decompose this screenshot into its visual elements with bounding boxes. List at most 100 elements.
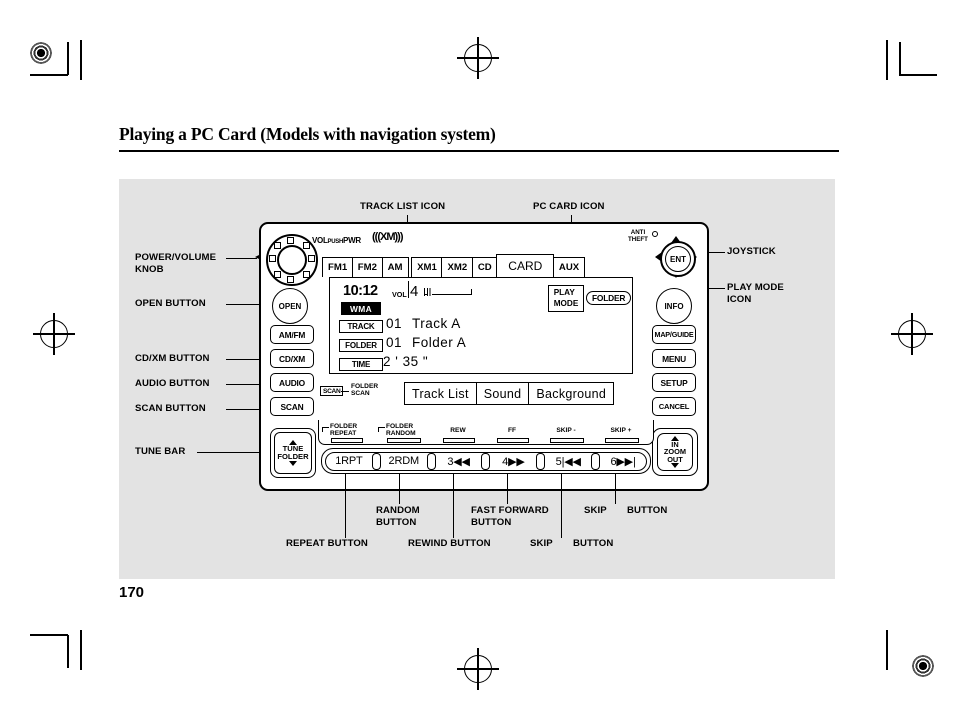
knob-label: VOLPUSHPWR: [312, 236, 361, 245]
time-value: 2 ' 35 ": [383, 354, 429, 369]
callout-pc-card-icon: PC CARD ICON: [533, 201, 605, 212]
folder-repeat-underline: [331, 438, 363, 444]
volume-value: 4: [410, 283, 419, 300]
menu-button[interactable]: MENU: [652, 349, 696, 368]
tab-card-label: CARD: [508, 259, 543, 273]
preset-button-row: 1RPT 2RDM 3◀◀ 4▶▶ 5|◀◀ 6▶▶|: [321, 448, 651, 474]
preset-6-skip-forward[interactable]: 6▶▶|: [600, 455, 646, 468]
page-number: 170: [119, 584, 145, 601]
preset-5-label: |◀◀: [561, 455, 581, 468]
audio-button[interactable]: AUDIO: [270, 373, 314, 392]
tab-fm1-label: FM1: [328, 262, 348, 273]
enter-button[interactable]: ENT: [660, 241, 696, 277]
tab-am[interactable]: AM: [381, 257, 409, 277]
setup-button[interactable]: SETUP: [652, 373, 696, 392]
knob-notch: [274, 271, 281, 278]
cd-xm-button[interactable]: CD/XM: [270, 349, 314, 368]
preset-divider: [536, 452, 546, 470]
folder-repeat-label: FOLDER REPEAT: [330, 423, 358, 438]
tab-xm2[interactable]: XM2: [441, 257, 474, 277]
callout-play-mode-icon: PLAY MODE ICON: [727, 282, 784, 305]
menu-button-label: MENU: [662, 353, 686, 364]
track-name: Track A: [412, 316, 461, 331]
sound-softkey[interactable]: Sound: [477, 383, 530, 404]
tab-cd-label: CD: [477, 262, 492, 273]
preset-2-random[interactable]: 2RDM: [381, 455, 427, 467]
crop-mark-top-right-h: [899, 74, 937, 76]
audio-button-label: AUDIO: [279, 377, 305, 388]
preset-4-fast-forward[interactable]: 4▶▶: [490, 455, 536, 468]
scan-button[interactable]: SCAN: [270, 397, 314, 416]
joystick-control[interactable]: ENT: [655, 236, 697, 278]
tab-cd[interactable]: CD: [471, 257, 498, 277]
leader-power-volume-knob: [226, 257, 257, 259]
crop-mark-top-left-h: [30, 74, 68, 76]
enter-button-label: ENT: [670, 254, 686, 264]
knob-label-vol: VOL: [312, 236, 328, 245]
volume-gauge: [424, 288, 472, 297]
background-softkey-label: Background: [536, 386, 607, 401]
power-volume-knob[interactable]: [266, 234, 318, 286]
tab-xm1-label: XM1: [417, 262, 437, 273]
crop-mark-top-right-v2: [899, 42, 901, 75]
cancel-button[interactable]: CANCEL: [652, 397, 696, 416]
info-button[interactable]: INFO: [656, 288, 692, 324]
tab-aux-label: AUX: [558, 262, 580, 273]
clock-readout: 10:12: [343, 283, 378, 299]
registration-target-bottom: [457, 648, 499, 690]
am-fm-button-label: AM/FM: [278, 329, 306, 340]
am-fm-button[interactable]: AM/FM: [270, 325, 314, 344]
tune-folder-bar[interactable]: TUNE FOLDER: [270, 428, 316, 478]
crop-mark-top-right-v: [886, 40, 888, 80]
preset-1-repeat[interactable]: 1RPT: [326, 455, 372, 467]
scan-button-label: SCAN: [280, 401, 304, 412]
tab-fm2-label: FM2: [357, 262, 377, 273]
cd-xm-button-label: CD/XM: [279, 353, 305, 364]
folder-random-label: FOLDER RANDOM: [386, 423, 416, 438]
track-number: 01: [386, 316, 403, 331]
preset-inner: 1RPT 2RDM 3◀◀ 4▶▶ 5|◀◀ 6▶▶|: [325, 451, 647, 471]
folder-name: Folder A: [412, 335, 467, 350]
callout-cd-xm-button: CD/XM BUTTON: [135, 353, 210, 364]
anti-theft-label: ANTI THEFT: [628, 229, 648, 243]
crop-mark-bottom-left-v: [67, 635, 69, 668]
callout-repeat-button: REPEAT BUTTON: [286, 538, 368, 549]
track-list-softkey[interactable]: Track List: [405, 383, 477, 404]
volume-gauge-fill: [427, 288, 432, 296]
registration-mark-bottom-right: [912, 655, 934, 677]
play-mode-icon: FOLDER: [586, 291, 632, 305]
leader-repeat-button: [345, 474, 347, 538]
open-button[interactable]: OPEN: [272, 288, 308, 324]
tab-fm2[interactable]: FM2: [351, 257, 383, 277]
preset-function-strip: [318, 420, 654, 445]
knob-notch: [274, 242, 281, 249]
background-softkey[interactable]: Background: [529, 383, 613, 404]
callout-power-volume-knob: POWER/VOLUME KNOB: [135, 252, 217, 275]
tab-card[interactable]: CARD: [496, 254, 555, 277]
preset-4-label: ▶▶: [508, 455, 525, 468]
tab-fm1[interactable]: FM1: [322, 257, 354, 277]
zoom-rocker-button[interactable]: IN ZOOM OUT: [652, 428, 698, 476]
scan-icon: SCAN: [320, 386, 344, 396]
crop-mark-bottom-right-v: [886, 630, 888, 670]
callout-rewind-button: REWIND BUTTON: [408, 538, 491, 549]
leader-fast-forward-button: [507, 474, 509, 504]
map-guide-button-label: MAP/GUIDE: [654, 330, 694, 339]
knob-label-push: PUSH: [327, 239, 344, 245]
registration-mark-top-left: [30, 42, 52, 64]
leader-tune-bar: [197, 451, 264, 453]
zoom-out-arrow-icon: [671, 463, 679, 469]
preset-5-skip-back[interactable]: 5|◀◀: [545, 455, 591, 468]
registration-target-right: [891, 313, 933, 355]
anti-theft-text: ANTI THEFT: [628, 229, 648, 243]
preset-3-rewind[interactable]: 3◀◀: [436, 455, 482, 468]
skip-minus-label: SKIP -: [556, 427, 576, 434]
map-guide-button[interactable]: MAP/GUIDE: [652, 325, 696, 344]
folder-scan-label: FOLDER SCAN: [351, 383, 379, 397]
tab-aux[interactable]: AUX: [552, 257, 586, 277]
scan-connector: [341, 391, 349, 393]
preset-divider: [481, 452, 491, 470]
tab-xm1[interactable]: XM1: [411, 257, 443, 277]
leader-open-button: [226, 303, 262, 305]
leader-skip-minus: [561, 474, 563, 538]
